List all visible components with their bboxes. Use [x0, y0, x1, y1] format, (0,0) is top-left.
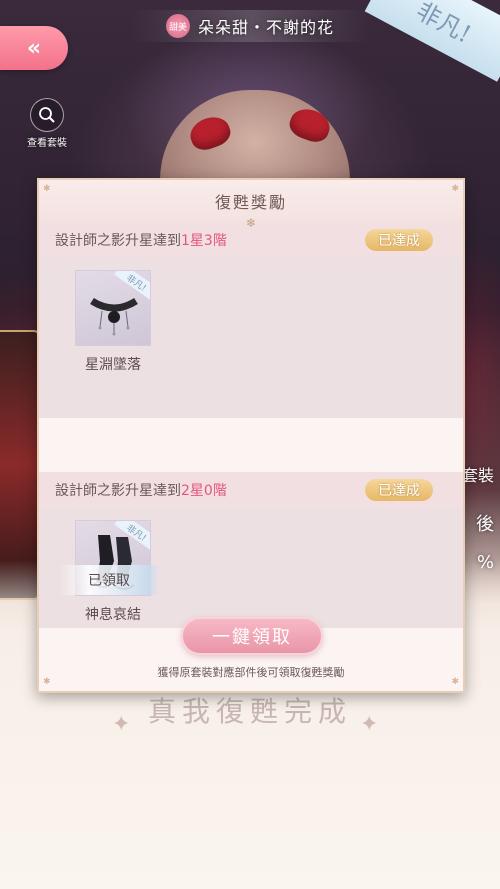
- item-thumbnail: 非凡!: [75, 270, 151, 346]
- view-outfit-label: 查看套裝: [27, 138, 67, 149]
- tier-requirement: 設計師之影升星達到2星0階: [55, 480, 227, 500]
- double-chevron-left-icon: «: [26, 35, 42, 61]
- view-outfit-button[interactable]: 查看套裝: [22, 98, 72, 149]
- requirement-level: 1星3階: [181, 233, 227, 249]
- tier-requirement: 設計師之影升星達到1星3階: [55, 230, 227, 250]
- dialog-title: 復甦獎勵: [214, 193, 287, 212]
- right-hint-text: 後: [476, 514, 494, 535]
- snowflake-icon: ✱: [451, 184, 459, 194]
- reward-item[interactable]: 非凡! 星淵墜落: [75, 270, 151, 374]
- right-hint-text: 套裝: [461, 466, 494, 485]
- status-badge: 已達成: [365, 479, 433, 501]
- reward-items: 非凡! 星淵墜落: [39, 258, 463, 418]
- snowflake-icon: ✱: [43, 184, 51, 194]
- completion-text: 真我復甦完成: [147, 695, 352, 728]
- requirement-prefix: 設計師之影升星達到: [55, 233, 181, 249]
- reward-tier-row: 設計師之影升星達到2星0階 已達成: [39, 472, 463, 508]
- corner-tag-text: 非凡!: [411, 0, 476, 49]
- claim-all-button[interactable]: 一鍵領取: [181, 617, 323, 655]
- claimed-ribbon: 已領取: [59, 565, 159, 595]
- revival-reward-dialog: 復甦獎勵 ❄ ✱ ✱ ✱ ✱ 設計師之影升星達到1星3階 已達成 非凡! 星淵墜…: [37, 178, 465, 693]
- back-button[interactable]: «: [0, 26, 68, 70]
- status-badge: 已達成: [365, 229, 433, 251]
- outfit-title: 朵朵甜・不謝的花: [197, 18, 334, 37]
- outfit-title-bar: 甜美 朵朵甜・不謝的花: [130, 10, 370, 42]
- requirement-level: 2星0階: [181, 483, 227, 499]
- claim-hint: 獲得原套裝對應部件後可領取復甦獎勵: [157, 666, 345, 679]
- sparkle-icon: ✦: [360, 712, 379, 737]
- dialog-header: 復甦獎勵 ❄: [39, 180, 463, 230]
- item-name: 神息哀結: [85, 607, 141, 623]
- search-icon: [30, 98, 64, 132]
- sparkle-icon: ✦: [112, 712, 131, 737]
- snowflake-icon: ❄: [246, 216, 259, 230]
- item-name: 星淵墜落: [85, 357, 141, 373]
- requirement-prefix: 設計師之影升星達到: [55, 483, 181, 499]
- rarity-badge: 甜美: [165, 14, 190, 38]
